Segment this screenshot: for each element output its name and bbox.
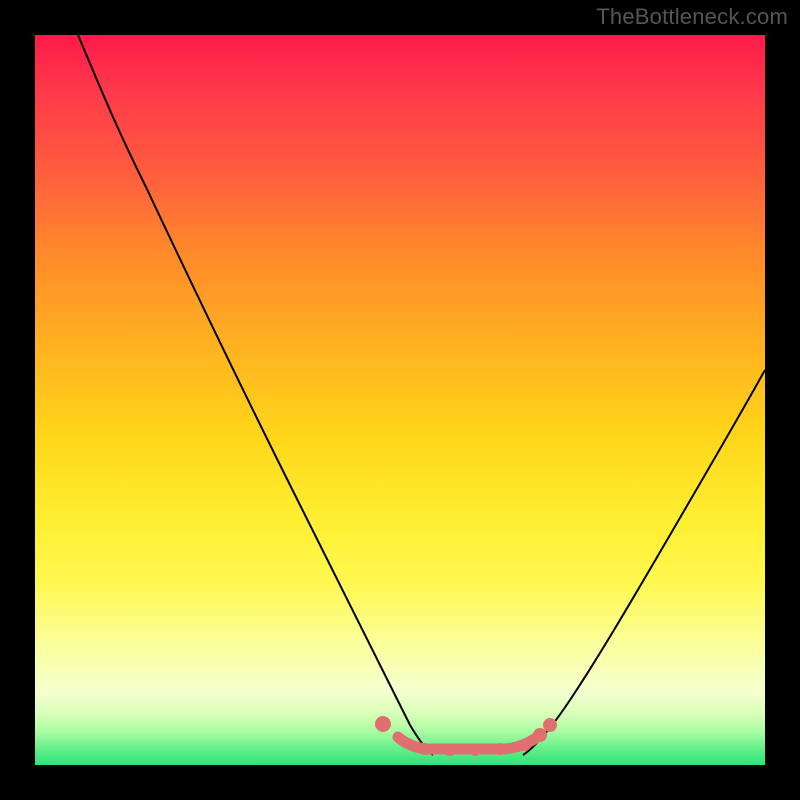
valley-dot [444, 744, 456, 756]
valley-highlight [398, 735, 540, 749]
plot-area [35, 35, 765, 765]
valley-dot [469, 744, 481, 756]
right-curve [523, 370, 765, 755]
valley-dot [494, 743, 506, 755]
left-curve [78, 35, 433, 755]
valley-dot [519, 739, 531, 751]
valley-dot [419, 743, 431, 755]
valley-dot [533, 728, 547, 742]
valley-dot [543, 718, 557, 732]
chart-svg [35, 35, 765, 765]
valley-dot [375, 716, 391, 732]
watermark-text: TheBottleneck.com [596, 4, 788, 30]
